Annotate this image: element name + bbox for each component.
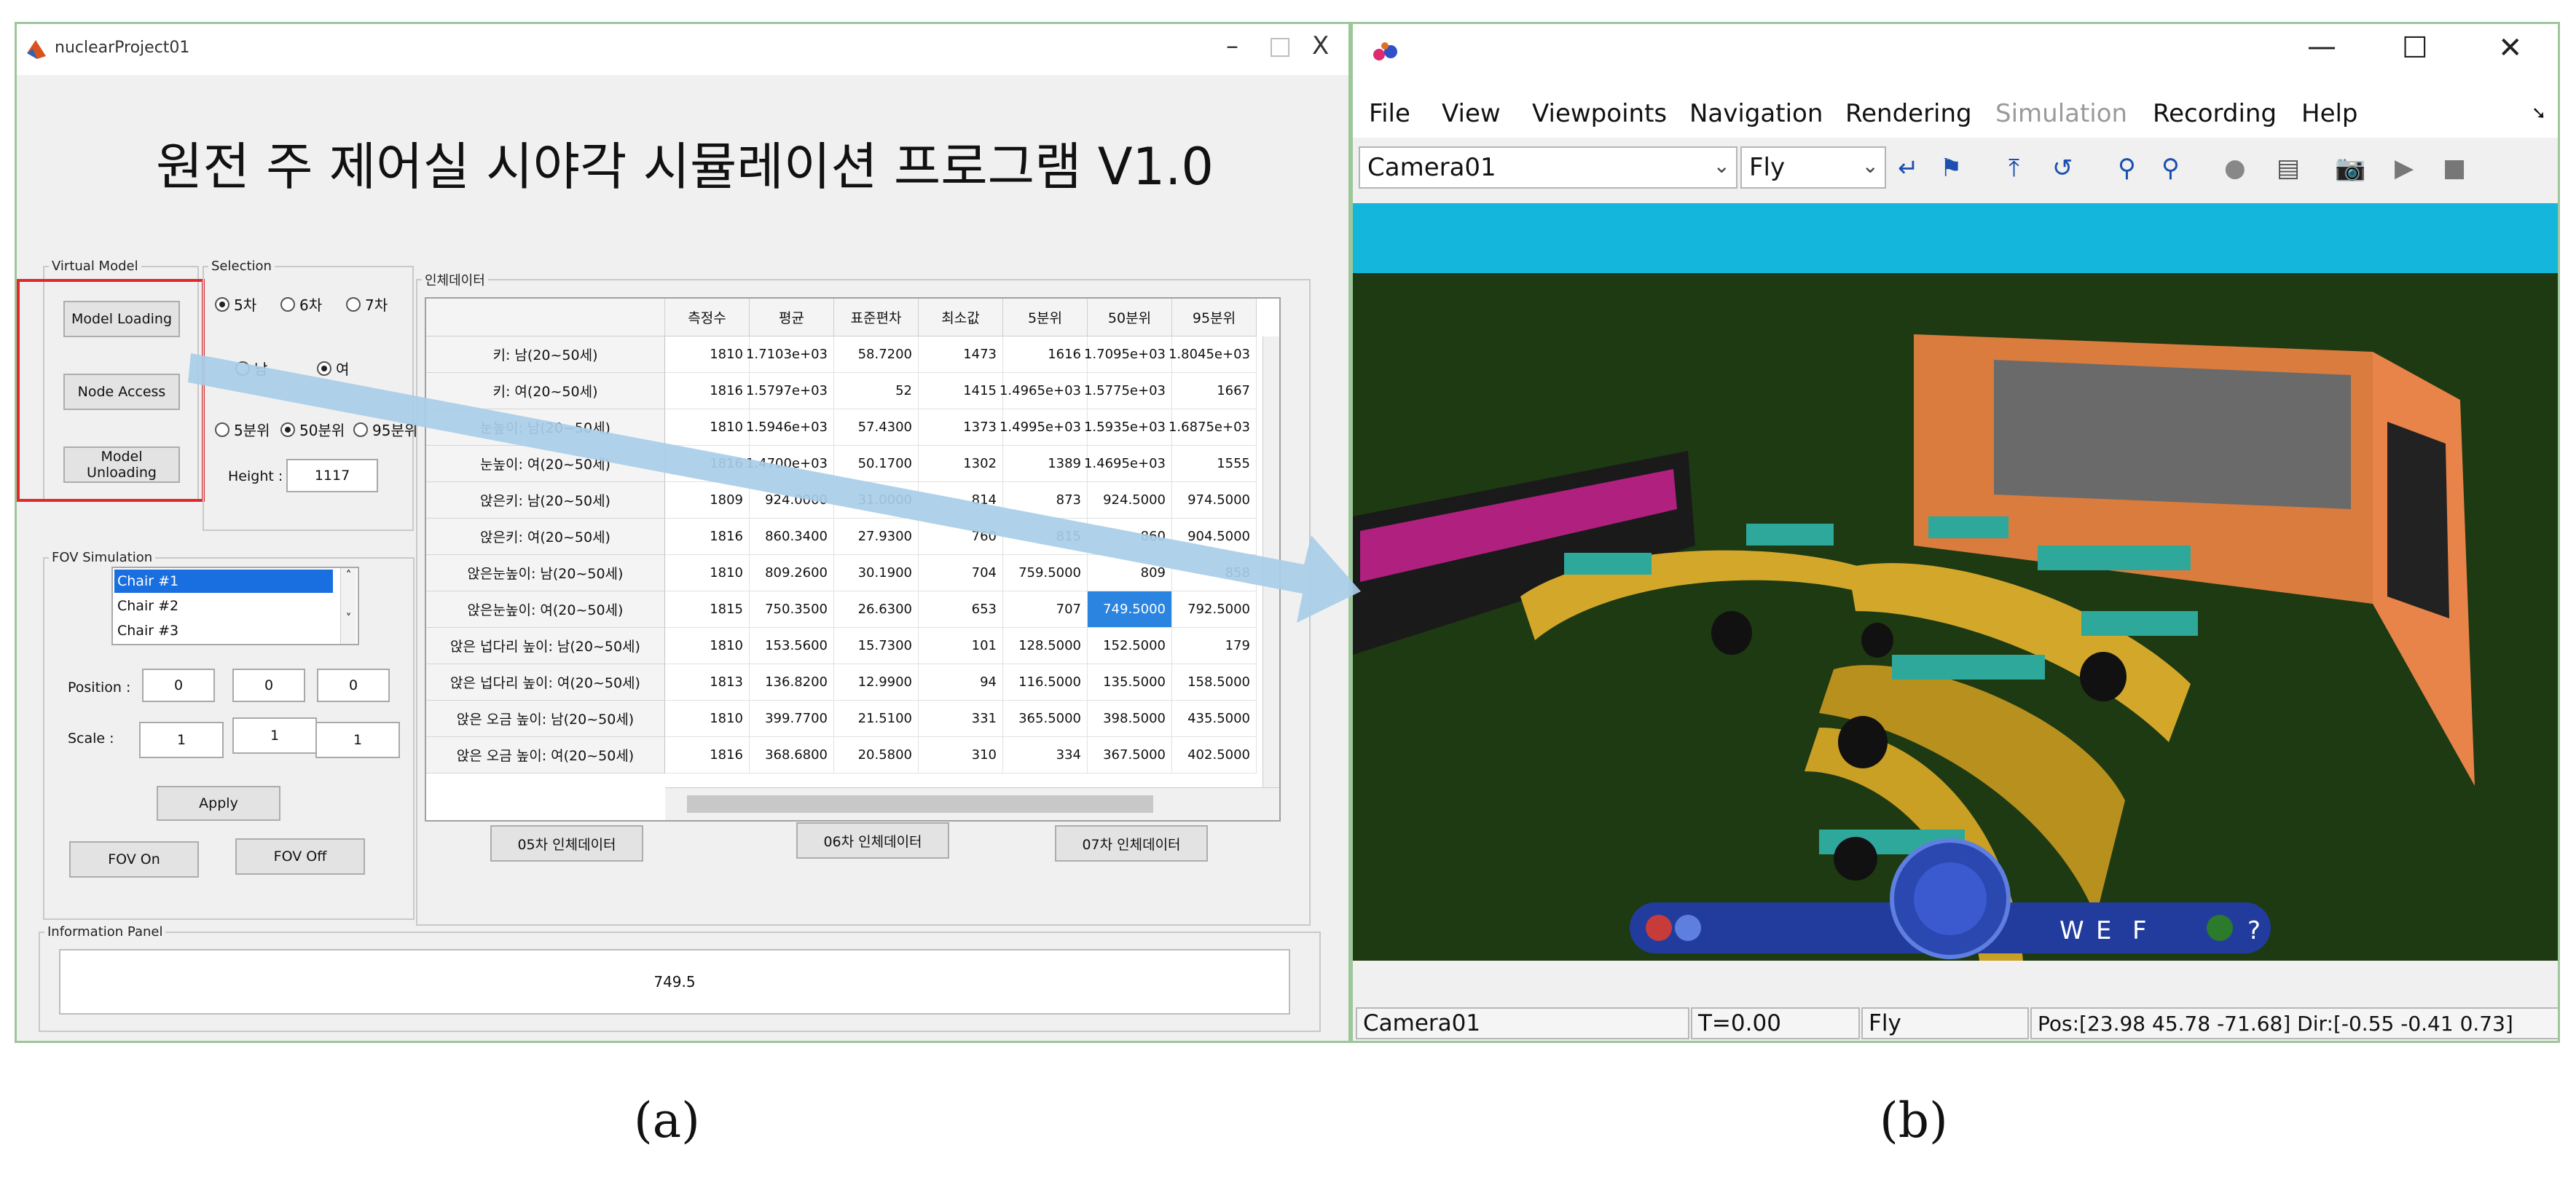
caption-a: (a) [634, 1093, 700, 1149]
transfer-arrow [188, 353, 1361, 623]
caption-b: (b) [1880, 1093, 1948, 1149]
